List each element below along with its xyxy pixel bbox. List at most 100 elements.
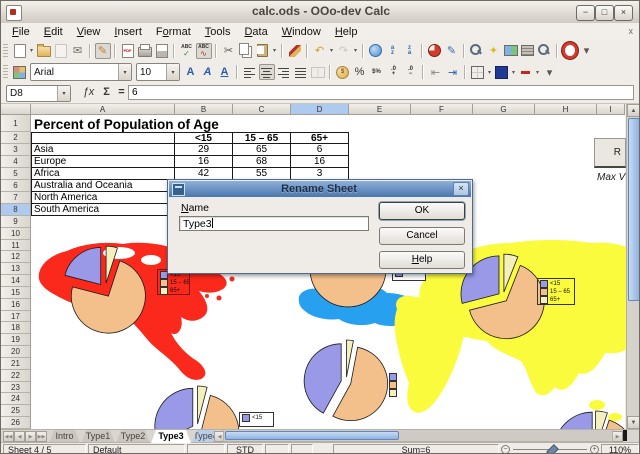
row-header-26[interactable]: 26: [1, 417, 31, 429]
find-replace-icon[interactable]: [469, 43, 485, 59]
row-header-11[interactable]: 11: [1, 240, 31, 252]
row-header-1[interactable]: 1: [1, 115, 31, 132]
align-center-icon[interactable]: [259, 64, 275, 80]
next-sheet-button[interactable]: ▶: [25, 431, 36, 442]
cell[interactable]: Asia: [31, 144, 175, 156]
page-preview-icon[interactable]: [154, 43, 170, 59]
cell[interactable]: 65+: [291, 132, 349, 144]
menu-file[interactable]: File: [5, 25, 37, 39]
maximize-button[interactable]: □: [595, 5, 614, 21]
borders-icon-dropdown[interactable]: ▾: [486, 69, 493, 76]
toolbar-grip[interactable]: [3, 65, 8, 79]
cell[interactable]: Africa: [31, 168, 175, 180]
undo-icon-dropdown[interactable]: ▾: [328, 47, 335, 54]
cell-a1-title[interactable]: Percent of Population of Age: [34, 117, 219, 132]
column-header-G[interactable]: G: [473, 104, 535, 115]
title-bar[interactable]: calc.ods - OOo-dev Calc −□×: [1, 1, 640, 24]
menu-data[interactable]: Data: [237, 25, 274, 39]
sheet-tab-type3[interactable]: Type3: [151, 430, 191, 443]
new-document-icon[interactable]: [12, 43, 28, 59]
select-all-corner[interactable]: [1, 104, 31, 115]
row-header-13[interactable]: 13: [1, 263, 31, 275]
font-size-dropdown-icon[interactable]: ▾: [166, 64, 179, 80]
open-icon[interactable]: [36, 43, 52, 59]
percent-format-icon[interactable]: %: [352, 64, 368, 80]
font-name-dropdown-icon[interactable]: ▾: [118, 64, 131, 80]
help-button[interactable]: Help: [379, 251, 465, 269]
row-header-7[interactable]: 7: [1, 192, 31, 204]
horizontal-scroll-thumb[interactable]: [225, 431, 399, 440]
prev-sheet-button[interactable]: ◀: [14, 431, 25, 442]
zoom-slider[interactable]: −+: [501, 444, 599, 454]
email-icon[interactable]: ✉: [70, 43, 86, 59]
row-header-19[interactable]: 19: [1, 334, 31, 346]
add-decimal-icon[interactable]: .0 +: [386, 64, 402, 80]
menu-tools[interactable]: Tools: [198, 25, 238, 39]
row-header-25[interactable]: 25: [1, 405, 31, 417]
dialog-title-bar[interactable]: Rename Sheet ×: [169, 181, 471, 197]
bold-icon[interactable]: A: [183, 64, 199, 80]
row-header-12[interactable]: 12: [1, 251, 31, 263]
scroll-down-icon[interactable]: ▼: [627, 416, 640, 429]
row-header-21[interactable]: 21: [1, 358, 31, 370]
equals-icon[interactable]: =: [114, 85, 129, 100]
borders-icon[interactable]: [470, 64, 486, 80]
zoom-in-icon[interactable]: +: [590, 445, 599, 454]
zoom-slider-handle[interactable]: [546, 444, 559, 454]
save-icon[interactable]: [53, 43, 69, 59]
sum-icon[interactable]: Σ: [99, 85, 114, 100]
row-header-14[interactable]: 14: [1, 275, 31, 287]
cell[interactable]: Australia and Oceania: [31, 180, 175, 192]
column-header-F[interactable]: F: [411, 104, 473, 115]
formula-input-line[interactable]: 6: [128, 85, 634, 100]
africa-legend[interactable]: [386, 371, 398, 400]
autospellcheck-icon[interactable]: ABC∿: [196, 43, 212, 59]
tab-scroll-right-icon[interactable]: ▶: [612, 431, 623, 442]
row-header-8[interactable]: 8: [1, 204, 31, 216]
paste-icon-dropdown[interactable]: ▾: [271, 47, 278, 54]
cell[interactable]: [31, 132, 175, 144]
vertical-scroll-thumb[interactable]: [628, 118, 640, 301]
sheet-name-input[interactable]: Type3: [179, 216, 369, 231]
merge-cells-icon[interactable]: [310, 64, 326, 80]
cell[interactable]: South America: [31, 204, 175, 216]
toolbar-more-icon[interactable]: ▾: [542, 64, 558, 80]
datasources-icon[interactable]: [520, 43, 536, 59]
align-left-icon[interactable]: [242, 64, 258, 80]
row-header-16[interactable]: 16: [1, 299, 31, 311]
cell[interactable]: 16: [175, 156, 233, 168]
decrease-indent-icon[interactable]: ⇤: [428, 64, 444, 80]
toolbar-more-icon[interactable]: ▾: [579, 43, 595, 59]
cell[interactable]: 6: [291, 144, 349, 156]
last-sheet-button[interactable]: ▶▶: [36, 431, 47, 442]
cell[interactable]: 16: [291, 156, 349, 168]
minimize-button[interactable]: −: [576, 5, 595, 21]
horizontal-scrollbar[interactable]: [223, 429, 613, 442]
name-box[interactable]: D8 ▾: [6, 85, 71, 102]
font-color-icon[interactable]: [518, 64, 534, 80]
pane-splitter[interactable]: [623, 430, 627, 441]
asia-legend[interactable]: <1515 – 6565+: [537, 278, 575, 305]
row-header-10[interactable]: 10: [1, 228, 31, 240]
sort-descending-icon[interactable]: z a: [402, 43, 418, 59]
zoom-out-icon[interactable]: −: [501, 445, 510, 454]
cell[interactable]: 68: [233, 156, 291, 168]
column-header-I[interactable]: I: [597, 104, 625, 115]
cell[interactable]: North America: [31, 192, 175, 204]
column-header-C[interactable]: C: [233, 104, 291, 115]
cancel-button[interactable]: Cancel: [379, 227, 465, 245]
spellcheck-icon[interactable]: ABC✓: [179, 43, 195, 59]
row-header-24[interactable]: 24: [1, 393, 31, 405]
vertical-scrollbar[interactable]: ▲ ▼: [626, 104, 640, 429]
function-wizard-icon[interactable]: ƒx: [81, 85, 96, 100]
insert-chart-icon[interactable]: [427, 43, 443, 59]
cut-icon[interactable]: ✂: [221, 43, 237, 59]
menu-view[interactable]: View: [70, 25, 108, 39]
row-header-17[interactable]: 17: [1, 311, 31, 323]
column-header-D[interactable]: D: [291, 104, 349, 115]
navigator-icon[interactable]: ✦: [486, 43, 502, 59]
help-icon[interactable]: [562, 43, 578, 59]
column-header-A[interactable]: A: [31, 104, 175, 115]
paste-icon[interactable]: [255, 43, 271, 59]
row-header-5[interactable]: 5: [1, 168, 31, 180]
